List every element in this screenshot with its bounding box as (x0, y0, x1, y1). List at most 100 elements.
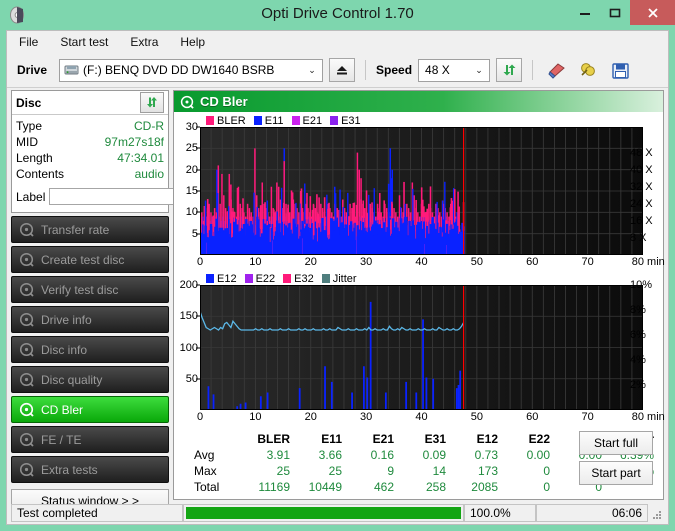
swap-arrows-icon[interactable] (140, 92, 164, 113)
legend-label: E22 (255, 272, 276, 285)
cell: 9 (387, 464, 394, 478)
refresh-button[interactable] (496, 58, 523, 82)
row-label: Max (194, 464, 217, 478)
row-label: Avg (194, 448, 215, 462)
close-button[interactable] (630, 0, 675, 25)
x-tick-label: 80 min (631, 256, 665, 268)
content-panel: CD Bler BLER E11 E21 E31 5 10 15 20 25 3… (173, 90, 665, 500)
speed-select[interactable]: 48 X ⌄ (418, 58, 491, 82)
toolbar-divider-1 (365, 60, 367, 80)
cd-bler-top-chart: BLER E11 E21 E31 5 10 15 20 25 30 8 X 16… (176, 114, 665, 270)
menu-start-test[interactable]: Start test (56, 33, 112, 51)
plug-button[interactable] (575, 58, 601, 82)
top-right-axis: 8 X 16 X 24 X 32 X 40 X 48 X (627, 127, 661, 255)
right-tick-label: 2% (630, 379, 646, 391)
disc-icon (19, 282, 34, 297)
cell: 14 (432, 464, 446, 478)
sidebar-item-label: FE / TE (41, 432, 82, 447)
action-buttons: Start full Start part (579, 431, 653, 491)
x-tick-label: 70 (581, 411, 594, 423)
disc-panel-header: Disc (12, 91, 168, 115)
speed-label: Speed (376, 63, 413, 77)
right-tick-label: 24 X (630, 197, 653, 210)
drive-value: (F:) BENQ DVD DD DW1640 BSRB (83, 63, 275, 77)
menu-extra[interactable]: Extra (126, 33, 162, 51)
menu-file[interactable]: File (15, 33, 42, 51)
sidebar-item-label: Disc info (41, 342, 88, 357)
legend-label: Jitter (332, 272, 357, 285)
cell: 0 (543, 464, 550, 478)
menu-help[interactable]: Help (176, 33, 209, 51)
x-tick-label: 70 (581, 256, 594, 268)
cell: 25 (276, 464, 290, 478)
maximize-button[interactable] (600, 0, 630, 25)
sidebar-nav: Transfer rate Create test disc Verify te… (11, 216, 169, 483)
sidebar-item-drive-info[interactable]: Drive info (11, 306, 169, 333)
elapsed-time: 06:06 (536, 504, 648, 522)
right-tick-label: 8% (630, 304, 646, 316)
toolbar-divider-2 (532, 60, 534, 80)
bottom-y-axis: 50 100 150 200 (176, 279, 200, 410)
legend-item-e22: E22 (244, 272, 276, 285)
sidebar-item-disc-info[interactable]: Disc info (11, 336, 169, 363)
sidebar-item-create-test-disc[interactable]: Create test disc (11, 246, 169, 273)
x-tick-label: 0 (196, 256, 204, 268)
resize-grip[interactable] (648, 504, 664, 522)
cell: 462 (373, 480, 394, 494)
sidebar-item-fe-te[interactable]: FE / TE (11, 426, 169, 453)
col-e31: E31 (424, 432, 446, 446)
cell: 0 (543, 480, 550, 494)
start-full-button[interactable]: Start full (579, 431, 653, 455)
sidebar-item-label: Disc quality (41, 372, 103, 387)
status-bar: Test completed 100.0% 06:06 (11, 504, 664, 522)
sidebar-item-disc-quality[interactable]: Disc quality (11, 366, 169, 393)
window-controls (570, 0, 675, 25)
cell: 10449 (308, 480, 342, 494)
legend-label: E21 (302, 114, 323, 127)
disc-row-contents: Contents audio (16, 166, 164, 182)
col-e12: E12 (476, 432, 498, 446)
charts-container: BLER E11 E21 E31 5 10 15 20 25 30 8 X 16… (174, 112, 665, 495)
row-label: Total (194, 480, 220, 494)
legend-label: BLER (217, 114, 246, 127)
legend-item-e11: E11 (253, 115, 284, 127)
menu-bar: File Start test Extra Help (7, 31, 668, 53)
eject-button[interactable] (329, 58, 356, 82)
sidebar-item-label: Extra tests (41, 462, 98, 477)
left-sidebar: Disc Type CD-R MID 97m27s18f Length 47:3… (11, 90, 221, 512)
eraser-button[interactable] (543, 58, 569, 82)
app-window: Opti Drive Control 1.70 File Start test … (0, 0, 675, 531)
minimize-button[interactable] (570, 0, 600, 25)
sidebar-item-transfer-rate[interactable]: Transfer rate (11, 216, 169, 243)
disc-rows: Type CD-R MID 97m27s18f Length 47:34.01 (12, 115, 221, 212)
top-plot-area: 5 10 15 20 25 30 8 X 16 X 24 X 32 X 40 X 48 X (176, 121, 661, 255)
col-bler: BLER (257, 432, 290, 446)
cell: 2085 (471, 480, 498, 494)
legend-swatch (206, 116, 214, 125)
chevron-down-icon: ⌄ (475, 64, 483, 75)
bottom-plot-area: 50 100 150 200 2% 4% 6% 8% 10% (176, 279, 661, 410)
save-button[interactable] (607, 58, 633, 82)
cell: 0.09 (422, 448, 446, 462)
disc-row-key: Type (16, 119, 43, 133)
disc-icon (19, 342, 34, 357)
sidebar-item-cd-bler[interactable]: CD Bler (11, 396, 169, 423)
legend-swatch (206, 274, 214, 283)
x-tick-label: 50 (470, 256, 483, 268)
cell: 0.16 (370, 448, 394, 462)
main-body: Disc Type CD-R MID 97m27s18f Length 47:3… (7, 88, 668, 512)
right-tick-label: 16 X (630, 214, 653, 227)
cd-bler-bottom-chart: E12 E22 E32 Jitter 50 100 150 200 2% 4% … (176, 272, 665, 425)
sidebar-item-label: Transfer rate (41, 222, 110, 237)
sidebar-item-label: Create test disc (41, 252, 125, 267)
progress-track (186, 507, 461, 519)
x-tick-label: 50 (470, 411, 483, 423)
sidebar-item-verify-test-disc[interactable]: Verify test disc (11, 276, 169, 303)
sidebar-item-extra-tests[interactable]: Extra tests (11, 456, 169, 483)
x-tick-label: 80 min (631, 411, 665, 423)
drive-select[interactable]: (F:) BENQ DVD DD DW1640 BSRB ⌄ (59, 58, 324, 82)
start-part-button[interactable]: Start part (579, 461, 653, 485)
disc-row-key: Length (16, 151, 53, 165)
bottom-x-axis: 0 10 20 30 40 50 60 70 80 min (176, 410, 665, 425)
top-chart-plot (200, 127, 643, 255)
